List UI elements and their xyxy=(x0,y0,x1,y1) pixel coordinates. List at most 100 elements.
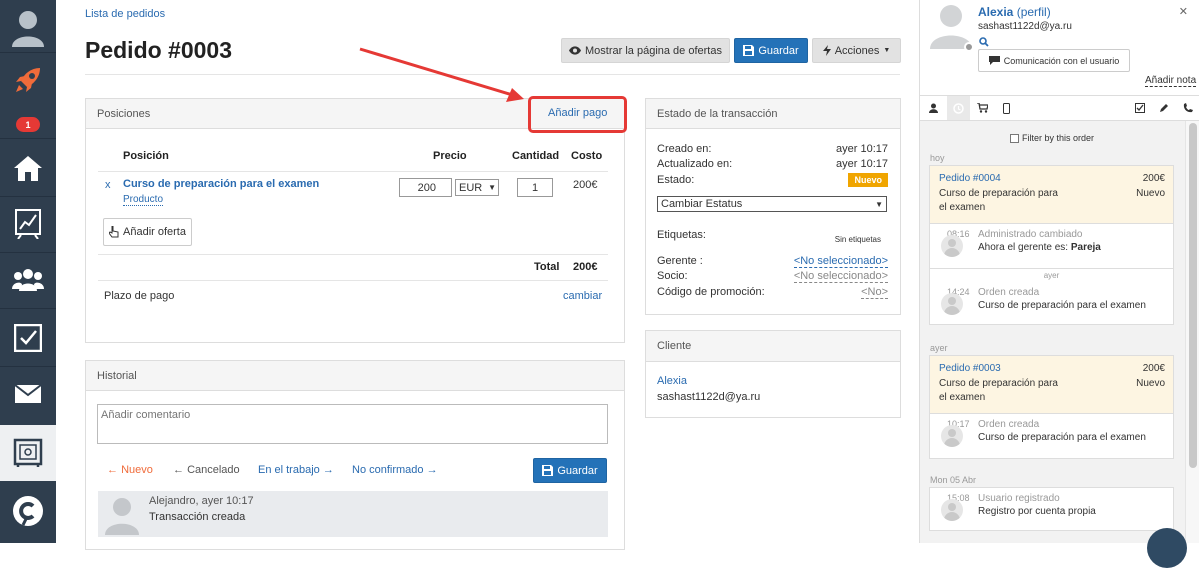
client-title: Cliente xyxy=(657,340,692,352)
status-cancelled-button[interactable]: ← Cancelado xyxy=(173,464,240,476)
chat-icon xyxy=(988,56,1000,65)
day-label: hoy xyxy=(930,153,945,163)
history-entry-author: Alejandro, ayer 10:17 xyxy=(149,495,254,507)
status-unconfirmed-label: No confirmado xyxy=(352,464,424,476)
main-content: Lista de pedidos Pedido #0003 Mostrar la… xyxy=(56,0,919,550)
tags-value[interactable]: Sin etiquetas xyxy=(835,235,881,244)
event-title: Orden creada xyxy=(978,287,1040,298)
tab-phone[interactable] xyxy=(1176,96,1199,120)
order-card: Pedido #0003 200€ Curso de preparación p… xyxy=(929,355,1174,459)
promo-label: Código de promoción: xyxy=(657,286,765,298)
scrollbar-thumb[interactable] xyxy=(1189,123,1197,468)
actions-button[interactable]: Acciones ▼ xyxy=(812,38,901,63)
client-panel: Cliente Alexia sashast1122d@ya.ru xyxy=(645,330,901,418)
phone-icon xyxy=(1183,103,1193,113)
timeline-feed[interactable]: Filter by this order hoy Pedido #0004 20… xyxy=(920,121,1185,543)
chart-icon[interactable] xyxy=(0,196,56,252)
notification-badge[interactable]: 1 xyxy=(16,117,40,132)
client-email: sashast1122d@ya.ru xyxy=(657,391,761,403)
status-unconfirmed-button[interactable]: No confirmado → xyxy=(352,464,438,476)
tab-edit[interactable] xyxy=(1152,96,1175,120)
filter-checkbox[interactable] xyxy=(1010,133,1019,143)
status-in-progress-button[interactable]: En el trabajo → xyxy=(258,464,334,476)
partner-label: Socio: xyxy=(657,270,688,282)
event-text: Curso de preparación para el examen xyxy=(978,300,1146,311)
col-cost: Costo xyxy=(571,150,603,162)
status-in-progress-label: En el trabajo xyxy=(258,464,320,476)
user-email: sashast1122d@ya.ru xyxy=(978,21,1072,32)
cart-icon xyxy=(977,103,988,113)
chevron-down-icon: ▼ xyxy=(875,199,883,209)
user-profile-link[interactable]: (perfil) xyxy=(1017,5,1051,19)
tab-mobile[interactable] xyxy=(995,96,1018,120)
safe-icon[interactable] xyxy=(0,425,56,481)
communication-button[interactable]: Comunicación con el usuario xyxy=(978,49,1130,72)
payment-term-label: Plazo de pago xyxy=(104,290,175,302)
tab-tasks[interactable] xyxy=(1128,96,1151,120)
history-save-button[interactable]: Guardar xyxy=(533,458,607,483)
arrow-left-icon: ← xyxy=(173,464,188,476)
chat-bubble-button[interactable] xyxy=(1147,528,1187,568)
comment-textarea[interactable] xyxy=(97,404,608,444)
col-quantity: Cantidad xyxy=(512,150,560,162)
order-link[interactable]: Pedido #0003 xyxy=(939,363,1001,374)
created-label: Creado en: xyxy=(657,143,712,155)
search-icon[interactable] xyxy=(979,37,989,47)
tags-label: Etiquetas: xyxy=(657,229,706,241)
rocket-icon[interactable] xyxy=(0,52,56,108)
save-button[interactable]: Guardar xyxy=(734,38,808,63)
timeline-event: 14:24 Orden creada Curso de preparación … xyxy=(930,282,1173,326)
manager-select-link[interactable]: <No seleccionado> xyxy=(793,255,888,268)
home-icon[interactable] xyxy=(0,140,56,196)
order-summary[interactable]: Pedido #0004 200€ Curso de preparación p… xyxy=(930,166,1173,224)
partner-select-link[interactable]: <No seleccionado> xyxy=(793,270,888,283)
client-name-link[interactable]: Alexia xyxy=(657,375,687,387)
add-note-link[interactable]: Añadir nota xyxy=(1145,75,1197,87)
avatar-icon[interactable] xyxy=(0,0,56,56)
timeline-event: 10:17 Orden creada Curso de preparación … xyxy=(930,414,1173,458)
close-icon[interactable]: ✕ xyxy=(1179,5,1188,18)
change-status-select[interactable]: Cambiar Estatus ▼ xyxy=(657,196,887,212)
item-cost: 200€ xyxy=(573,179,598,191)
tab-user[interactable] xyxy=(922,96,945,120)
user-name-link[interactable]: Alexia xyxy=(978,5,1013,19)
check-square-icon xyxy=(1134,103,1145,113)
item-type-link[interactable]: Producto xyxy=(123,194,164,206)
order-summary[interactable]: Pedido #0003 200€ Curso de preparación p… xyxy=(930,356,1173,414)
order-link[interactable]: Pedido #0004 xyxy=(939,173,1001,184)
history-panel: Historial ← Nuevo ← Cancelado En el trab… xyxy=(85,360,625,550)
item-name-link[interactable]: Curso de preparación para el examen xyxy=(123,178,319,190)
col-price: Precio xyxy=(433,150,467,162)
history-save-label: Guardar xyxy=(557,464,598,477)
highlight-box xyxy=(528,96,627,133)
history-header: Historial xyxy=(86,361,624,391)
order-amount: 200€ xyxy=(1142,173,1165,184)
event-title: Orden creada xyxy=(978,419,1040,430)
add-offer-button[interactable]: Añadir oferta xyxy=(103,218,192,246)
breadcrumb[interactable]: Lista de pedidos xyxy=(85,8,165,20)
tasks-icon[interactable] xyxy=(0,310,56,366)
created-value: ayer 10:17 xyxy=(836,143,888,155)
payment-term-change-link[interactable]: cambiar xyxy=(563,290,602,302)
promo-select-link[interactable]: <No> xyxy=(861,286,888,299)
quantity-input[interactable]: 1 xyxy=(517,178,553,197)
users-icon[interactable] xyxy=(0,252,56,308)
tab-cart[interactable] xyxy=(971,96,994,120)
event-card: 15:08 Usuario registrado Registro por cu… xyxy=(929,487,1174,531)
timeline-event: 08:16 Administrado cambiado Ahora el ger… xyxy=(930,224,1173,268)
scrollbar[interactable] xyxy=(1185,121,1199,543)
tab-history[interactable] xyxy=(947,96,970,120)
event-text: Curso de preparación para el examen xyxy=(978,432,1146,443)
remove-item-button[interactable]: x xyxy=(105,179,111,191)
filter-by-order[interactable]: Filter by this order xyxy=(1010,133,1094,143)
price-input[interactable]: 200 xyxy=(399,178,452,197)
divider xyxy=(98,254,608,255)
status-new-button[interactable]: ← Nuevo xyxy=(107,464,153,476)
logo-icon[interactable] xyxy=(0,483,56,539)
show-offers-button[interactable]: Mostrar la página de ofertas xyxy=(561,38,730,63)
page-title: Pedido #0003 xyxy=(85,37,233,63)
mail-icon[interactable] xyxy=(0,366,56,422)
avatar-icon xyxy=(941,499,963,521)
price-value: 200 xyxy=(417,181,436,194)
currency-select[interactable]: EUR ▼ xyxy=(455,179,499,196)
